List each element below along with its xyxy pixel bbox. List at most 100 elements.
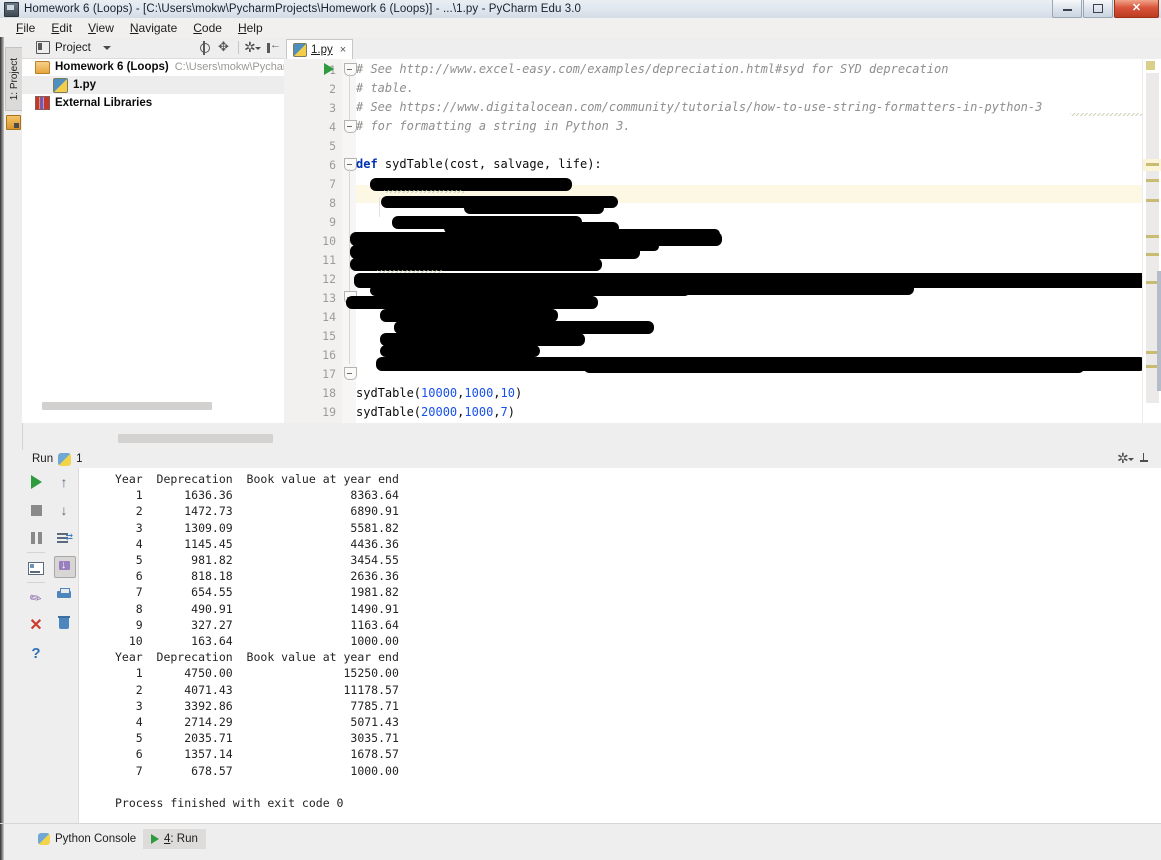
line-number-gutter: 1 2 3 4 5 6 7 8 9 10 11 12 13 14 15 16 1… [284, 59, 343, 423]
run-toolbar-right: ↑ ↓ [50, 468, 79, 823]
call-argument: 20000 [421, 405, 458, 419]
tool-window-tab-project[interactable]: 1: Project [5, 47, 23, 111]
scroll-down-button[interactable]: ↓ [54, 500, 74, 520]
close-icon: ✕ [29, 617, 43, 634]
rerun-button[interactable] [26, 472, 46, 492]
menu-item-help[interactable]: Help [230, 19, 271, 37]
project-horizontal-scrollbar[interactable] [22, 434, 284, 443]
run-arrow-icon[interactable] [324, 63, 334, 75]
scroll-to-end-button[interactable] [54, 556, 76, 578]
scrollbar-thumb[interactable] [118, 434, 273, 443]
fold-guide-line [349, 169, 350, 297]
warning-marker[interactable] [1146, 253, 1159, 256]
status-tab-run[interactable]: 4: Run [143, 829, 206, 849]
clear-all-icon [58, 615, 70, 629]
warning-marker[interactable] [1146, 179, 1159, 182]
settings-gear-icon[interactable] [1117, 450, 1134, 467]
redaction-block [534, 242, 659, 251]
pin-button[interactable]: ✎ [26, 588, 46, 608]
tree-item-label: Homework 6 (Loops) [55, 61, 169, 73]
window-controls: ✕ [1052, 0, 1159, 18]
project-panel-header: Project [22, 37, 284, 59]
redaction-block [464, 202, 604, 214]
scroll-up-button[interactable]: ↑ [54, 472, 74, 492]
editor-tab-bar: 1.py × [284, 37, 1161, 60]
fold-marker-line17[interactable] [344, 367, 357, 380]
menu-label-file-rest: ile [23, 20, 36, 35]
tool-window-tab-label: 1: Project [8, 57, 20, 101]
redaction-block [614, 283, 914, 295]
line-number: 7 [329, 177, 336, 191]
console-button[interactable] [26, 558, 46, 578]
window-edge [0, 37, 4, 823]
minimize-button[interactable] [1052, 0, 1082, 18]
def-signature: sydTable(cost, salvage, life): [377, 157, 602, 171]
close-icon[interactable]: × [340, 44, 346, 56]
left-tool-strip: 1: Project [0, 37, 23, 823]
run-panel-label: Run [32, 453, 54, 465]
minimize-icon[interactable] [1140, 452, 1155, 466]
rerun-icon [30, 475, 42, 489]
menu-item-file[interactable]: File [8, 19, 43, 37]
stop-icon [30, 504, 42, 516]
project-panel-scrollbar[interactable] [42, 402, 212, 410]
tree-item-1py[interactable]: 1.py [22, 76, 284, 94]
tree-item-external-libraries[interactable]: External Libraries [22, 94, 284, 112]
line-number: 13 [322, 291, 336, 305]
soft-wrap-button[interactable] [54, 528, 74, 548]
structure-icon[interactable] [6, 115, 21, 130]
status-tab-python-console[interactable]: Python Console [30, 829, 144, 849]
line-number: 19 [322, 405, 336, 419]
maximize-button[interactable] [1083, 0, 1113, 18]
line-number: 6 [329, 158, 336, 172]
collapse-icon[interactable] [265, 39, 281, 55]
run-console-output[interactable]: Year Deprecation Book value at year end … [79, 468, 1161, 823]
code-line-19: sydTable(10000,1000,10) [356, 386, 523, 400]
expand-all-icon[interactable] [218, 39, 232, 55]
tree-item-label: 1.py [73, 79, 97, 91]
folder-icon [35, 60, 50, 74]
line-number: 15 [322, 329, 336, 343]
menu-item-code[interactable]: Code [185, 19, 230, 37]
line-number: 10 [322, 234, 336, 248]
stop-button[interactable] [26, 500, 46, 520]
warning-marker[interactable] [1146, 235, 1159, 238]
window-edge [0, 824, 4, 860]
clear-all-button[interactable] [54, 612, 74, 632]
warning-marker[interactable] [1146, 163, 1159, 166]
run-arrow-icon [151, 834, 159, 844]
print-button[interactable] [54, 584, 74, 604]
warning-marker[interactable] [1146, 199, 1159, 202]
maximize-icon [1093, 4, 1103, 13]
code-editor[interactable]: 1 2 3 4 5 6 7 8 9 10 11 12 13 14 15 16 1… [284, 59, 1161, 423]
fold-guide-line [349, 302, 350, 364]
menu-item-edit[interactable]: Edit [43, 19, 80, 37]
line-number: 8 [329, 196, 336, 210]
run-panel: Run 1 ✎ ✕ ? ↑ ↓ [22, 450, 1161, 823]
editor-tab-1py[interactable]: 1.py × [286, 39, 354, 60]
code-line-1: # See http://www.excel-easy.com/examples… [356, 62, 949, 76]
line-number: 11 [322, 253, 336, 267]
project-panel: Project Homework 6 (Loops) C:\Users\mokw… [22, 37, 296, 423]
run-panel-header: Run 1 [22, 450, 1161, 469]
console-icon [28, 561, 44, 575]
editor-scrollbar-thumb[interactable] [1157, 271, 1161, 391]
tree-item-project-root[interactable]: Homework 6 (Loops) C:\Users\mokw\Pycharm [22, 58, 296, 76]
tree-item-label: External Libraries [55, 97, 153, 109]
pause-button[interactable] [26, 528, 46, 548]
locate-icon[interactable] [198, 40, 212, 55]
help-icon: ? [31, 645, 41, 662]
redaction-block [346, 296, 598, 309]
menu-bar: File Edit View Navigate Code Help [0, 18, 1161, 38]
line-number: 9 [329, 215, 336, 229]
help-button[interactable]: ? [26, 644, 46, 664]
redaction-block [380, 345, 540, 357]
menu-item-view[interactable]: View [80, 19, 122, 37]
close-button[interactable]: ✕ [1114, 0, 1159, 18]
chevron-down-icon[interactable] [102, 45, 111, 50]
close-tab-button[interactable]: ✕ [26, 616, 46, 636]
inspection-status-icon[interactable] [1146, 61, 1155, 70]
settings-gear-icon[interactable] [244, 39, 261, 56]
menu-item-navigate[interactable]: Navigate [122, 19, 185, 37]
menu-label-edit-rest: dit [59, 20, 73, 35]
